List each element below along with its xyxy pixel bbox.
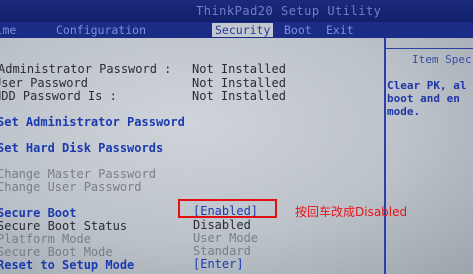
help-title: Item Spec [412, 53, 472, 66]
reset-setup-mode-value[interactable]: [Enter] [193, 257, 244, 271]
tab-security[interactable]: Security [212, 23, 274, 37]
help-header-line [386, 48, 473, 49]
tab-configuration[interactable]: Configuration [56, 23, 146, 37]
secure-boot-label[interactable]: Secure Boot [0, 206, 76, 220]
reset-setup-mode-item[interactable]: Reset to Setup Mode [0, 258, 134, 272]
title-bar: ThinkPad20 Setup Utility [0, 0, 473, 22]
admin-password-label: Administrator Password : [0, 62, 172, 76]
set-admin-password-item[interactable]: Set Administrator Password [0, 115, 185, 129]
admin-password-value: Not Installed [192, 62, 286, 76]
platform-mode-value: User Mode [193, 231, 259, 245]
window-title: ThinkPad20 Setup Utility [196, 4, 382, 18]
hdd-password-value: Not Installed [192, 89, 286, 103]
user-password-value: Not Installed [192, 76, 286, 90]
change-master-password-item: Change Master Password [0, 167, 156, 181]
bios-screen: ThinkPad20 Setup Utility Date/Time Confi… [0, 0, 473, 274]
set-hdd-passwords-item[interactable]: Set Hard Disk Passwords [0, 141, 163, 155]
hdd-password-label: HDD Password Is : [0, 89, 117, 103]
secure-boot-status-value: Disabled [193, 218, 251, 232]
secure-boot-mode-label: Secure Boot Mode [0, 245, 113, 259]
tab-bar: Date/Time Configuration Security Boot Ex… [0, 22, 473, 38]
help-text-line: Clear PK, al [387, 79, 467, 92]
platform-mode-label: Platform Mode [0, 232, 91, 246]
user-password-label: User Password [0, 76, 88, 90]
tab-date-time[interactable]: Date/Time [0, 23, 16, 37]
tab-exit[interactable]: Exit [326, 23, 354, 37]
tab-boot[interactable]: Boot [284, 23, 312, 37]
secure-boot-mode-value: Standard [193, 244, 251, 258]
annotation-text: 按回车改成Disabled [295, 205, 408, 219]
highlight-box [178, 199, 277, 218]
help-text-line: mode. [387, 105, 421, 118]
change-user-password-item: Change User Password [0, 180, 142, 194]
panel-divider [384, 38, 386, 274]
help-text-line: boot and en [387, 92, 460, 105]
secure-boot-status-label: Secure Boot Status [0, 219, 128, 233]
